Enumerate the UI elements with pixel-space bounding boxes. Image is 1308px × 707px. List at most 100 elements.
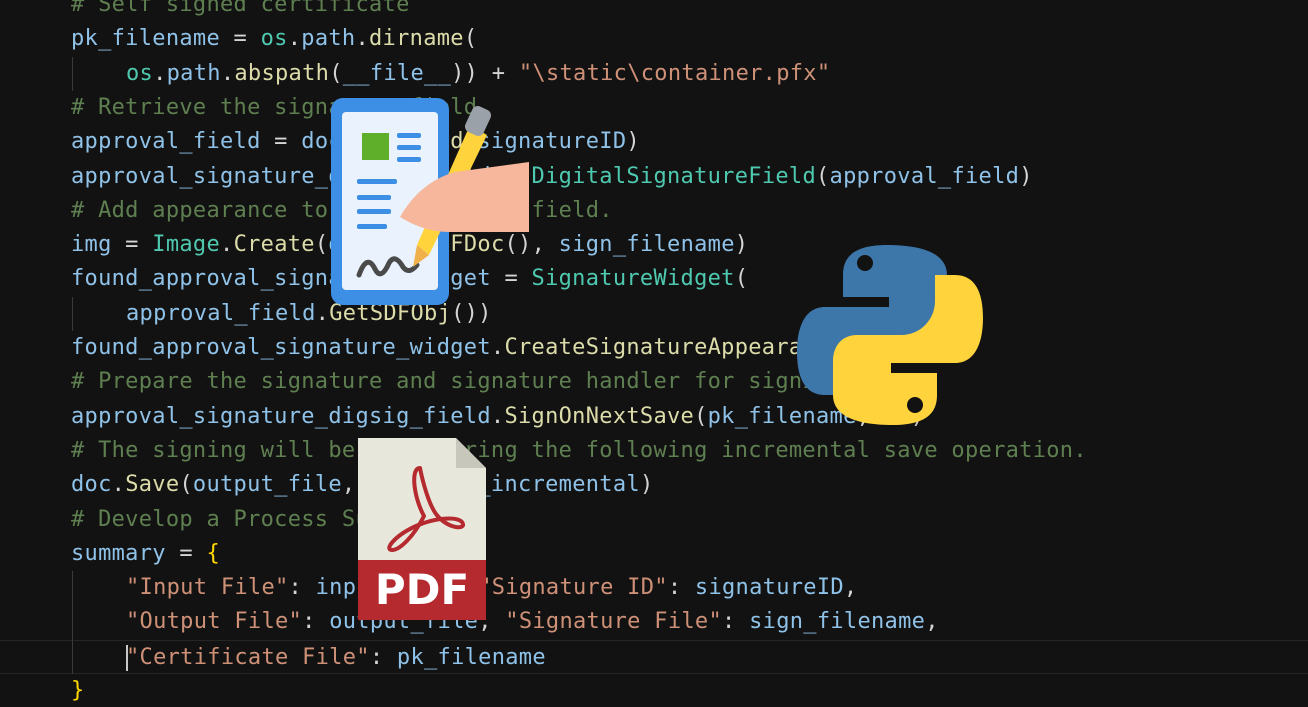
code-token: ( bbox=[329, 60, 343, 86]
code-token: found_approval_signature_widget bbox=[71, 335, 491, 360]
code-token: . bbox=[111, 472, 126, 498]
code-token: ( bbox=[179, 472, 193, 498]
code-line[interactable]: approval_signature_digsig_field = Digita… bbox=[0, 160, 1308, 194]
code-line[interactable]: } bbox=[0, 674, 1308, 707]
indent-guide bbox=[72, 296, 73, 331]
code-token: ( bbox=[816, 163, 830, 189]
code-line[interactable]: approval_signature_digsig_field.SignOnNe… bbox=[0, 400, 1308, 434]
code-line[interactable]: # Retrieve the signature field bbox=[0, 91, 1308, 125]
code-token: "Output File" bbox=[126, 609, 303, 635]
pdf-file-icon: PDF bbox=[358, 438, 486, 620]
code-token: . bbox=[355, 26, 370, 52]
code-token: "\static\container.pfx" bbox=[518, 60, 831, 86]
code-token: = bbox=[220, 26, 261, 52]
pdf-label: PDF bbox=[375, 565, 469, 614]
code-line[interactable]: img = Image.Create(doc.GetSDFDoc(), sign… bbox=[0, 228, 1308, 262]
code-line[interactable]: os.path.abspath(__file__)) + "\static\co… bbox=[0, 57, 1308, 91]
code-token: path bbox=[301, 26, 356, 52]
python-logo-icon bbox=[797, 245, 983, 425]
code-token: , bbox=[843, 575, 858, 601]
code-token: : bbox=[722, 609, 750, 635]
code-token: Image bbox=[152, 232, 221, 258]
code-token: __file__ bbox=[342, 60, 452, 86]
code-line[interactable]: # Prepare the signature and signature ha… bbox=[0, 365, 1308, 399]
code-token: path bbox=[166, 60, 221, 86]
code-token: # The signing will be done during the fo… bbox=[71, 437, 1087, 463]
code-line[interactable]: # Self signed certificate bbox=[0, 0, 1308, 22]
code-token: = bbox=[260, 129, 302, 155]
code-token: ) bbox=[1019, 163, 1033, 189]
code-token: ) bbox=[626, 129, 640, 155]
code-token: ( bbox=[734, 266, 749, 292]
code-token: . bbox=[287, 26, 302, 52]
code-line[interactable]: found_approval_signature_widget = Signat… bbox=[0, 262, 1308, 296]
code-line[interactable]: pk_filename = os.path.dirname( bbox=[0, 22, 1308, 56]
code-token: SignOnNextSave bbox=[504, 403, 695, 429]
signing-phone-icon bbox=[331, 98, 529, 305]
code-token: dirname bbox=[369, 26, 464, 52]
code-line[interactable]: found_approval_signature_widget.CreateSi… bbox=[0, 331, 1308, 365]
code-token: ( bbox=[463, 26, 478, 52]
code-token: "Input File" bbox=[126, 575, 289, 601]
code-token: pk_filename bbox=[71, 26, 220, 52]
indent-guide bbox=[72, 56, 73, 91]
code-token: output_file bbox=[192, 472, 342, 498]
code-token: )) + bbox=[451, 60, 519, 86]
code-line[interactable]: # The signing will be done during the fo… bbox=[0, 434, 1308, 468]
code-token: . bbox=[490, 335, 505, 360]
code-token: } bbox=[71, 678, 85, 703]
code-line[interactable]: "Certificate File": pk_filename bbox=[0, 639, 1308, 674]
code-token: . bbox=[490, 403, 505, 429]
code-token: : bbox=[288, 575, 316, 601]
code-token: # Self signed certificate bbox=[71, 0, 410, 17]
code-token: # Prepare the signature and signature ha… bbox=[71, 369, 857, 395]
code-token: pk_filename bbox=[396, 644, 546, 670]
code-token: Create bbox=[233, 232, 315, 258]
code-token: approval_signature_digsig_field bbox=[71, 403, 491, 429]
code-line[interactable]: # Add appearance to the signature field. bbox=[0, 194, 1308, 228]
code-editor[interactable]: # Self signed certificate pk_filename = o… bbox=[0, 0, 1308, 707]
code-token: ) bbox=[734, 232, 749, 258]
code-token: : bbox=[302, 609, 330, 635]
code-token: "Signature ID" bbox=[478, 575, 668, 601]
code-token: os bbox=[260, 26, 288, 52]
code-token: ( bbox=[694, 403, 708, 429]
code-token: abspath bbox=[234, 60, 330, 86]
code-token: DigitalSignatureField bbox=[531, 163, 816, 189]
code-token: : bbox=[369, 644, 397, 670]
code-token: doc bbox=[71, 472, 112, 498]
code-token: . bbox=[220, 232, 234, 258]
code-token: approval_field bbox=[126, 300, 316, 326]
code-token: . bbox=[220, 60, 235, 86]
code-line[interactable]: "Output File": output_file, "Signature F… bbox=[0, 605, 1308, 639]
code-token: sign_filename bbox=[558, 232, 735, 258]
code-token: SignatureWidget bbox=[531, 266, 735, 292]
code-token: os bbox=[126, 60, 154, 86]
code-line[interactable]: approval_field = doc.GetField(signatureI… bbox=[0, 125, 1308, 159]
code-token: : bbox=[667, 575, 695, 601]
code-token: ) bbox=[639, 472, 654, 498]
code-token: , bbox=[925, 609, 939, 635]
code-token: "Certificate File" bbox=[126, 644, 370, 670]
indent-guide bbox=[72, 639, 73, 674]
code-token: summary bbox=[71, 540, 166, 566]
code-token: img bbox=[71, 232, 112, 258]
code-line[interactable]: doc.Save(output_file, SDFDoc.e_increment… bbox=[0, 468, 1308, 502]
code-token: = bbox=[165, 540, 207, 566]
code-token: approval_field bbox=[71, 129, 261, 155]
code-token: . bbox=[153, 60, 167, 86]
code-token: approval_field bbox=[829, 163, 1020, 189]
code-token: { bbox=[206, 540, 221, 566]
code-token: signatureID bbox=[694, 575, 844, 601]
code-token: = bbox=[111, 232, 153, 258]
code-token: "Signature File" bbox=[505, 609, 723, 635]
code-line[interactable]: approval_field.GetSDFObj()) bbox=[0, 297, 1308, 331]
code-line[interactable]: "Input File": input_file, "Signature ID"… bbox=[0, 571, 1308, 605]
code-token: e_incremental bbox=[463, 472, 640, 498]
code-token: Save bbox=[125, 472, 180, 498]
code-line[interactable]: # Develop a Process Summary bbox=[0, 503, 1308, 537]
code-line[interactable]: summary = { bbox=[0, 537, 1308, 571]
code-token: CreateSignatureAppearance bbox=[504, 335, 844, 360]
indent-guide bbox=[72, 571, 73, 606]
code-token: sign_filename bbox=[749, 609, 926, 635]
